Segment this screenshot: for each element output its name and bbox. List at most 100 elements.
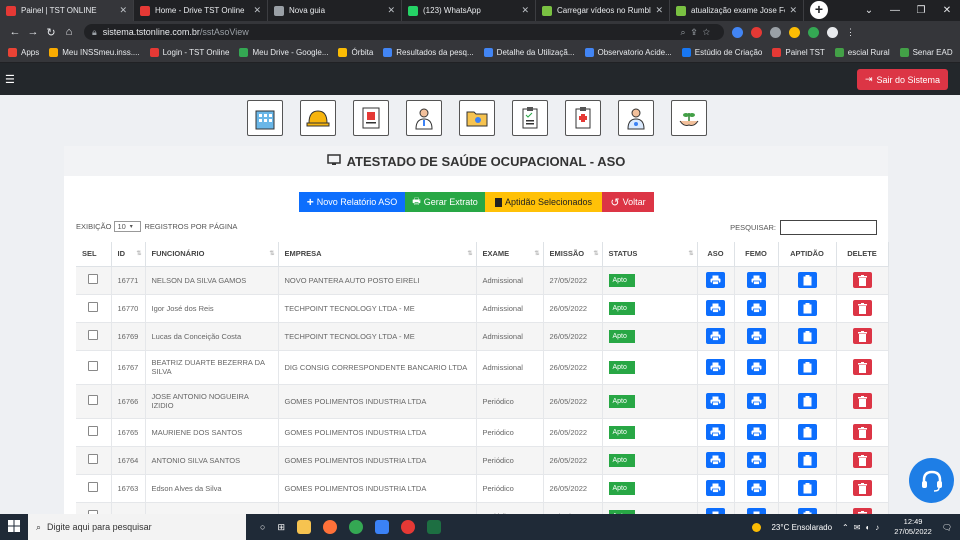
browser-tab[interactable]: Carregar vídeos no Rumble ✕ (536, 0, 670, 21)
tab-close-icon[interactable]: ✕ (387, 5, 395, 16)
browser-tab[interactable]: (123) WhatsApp ✕ (402, 0, 536, 21)
browser-tab[interactable]: Painel | TST ONLINE ✕ (0, 0, 134, 21)
back-button[interactable]: ↺ Voltar (602, 192, 654, 212)
browser-tab[interactable]: atualização exame Jose Fe... ✕ (670, 0, 804, 21)
print-femo-button[interactable] (746, 300, 766, 316)
physician-icon[interactable] (618, 100, 654, 136)
bookmark-item[interactable]: Meu INSSmeu.inss.... (49, 48, 140, 57)
plant-hands-icon[interactable] (671, 100, 707, 136)
aptitude-button[interactable] (797, 452, 817, 468)
home-icon[interactable]: ⌂ (60, 26, 78, 38)
bookmark-item[interactable]: escial Rural (834, 48, 890, 57)
column-header[interactable]: DELETE (836, 242, 889, 267)
logout-button[interactable]: ⇥ Sair do Sistema (857, 69, 948, 90)
app-icon[interactable] (400, 520, 415, 534)
print-aso-button[interactable] (706, 480, 725, 496)
tab-close-icon[interactable]: ✕ (655, 5, 663, 16)
tab-close-icon[interactable]: ✕ (789, 5, 797, 16)
delete-button[interactable] (852, 480, 872, 496)
column-header[interactable]: FEMO (734, 242, 779, 267)
bookmark-item[interactable]: Login - TST Online (149, 48, 229, 57)
print-femo-button[interactable] (746, 424, 766, 440)
column-header[interactable]: STATUS ⇅ (602, 242, 698, 267)
aptitude-button[interactable] (797, 393, 817, 409)
folder-icon[interactable] (459, 100, 495, 136)
aptitude-button[interactable] (797, 424, 817, 440)
aptitude-selected-button[interactable]: Aptidão Selecionados (485, 192, 602, 212)
column-header[interactable]: ASO (697, 242, 735, 267)
aptitude-button[interactable] (797, 480, 817, 496)
task-view-icon[interactable]: ○ (260, 522, 265, 532)
print-aso-button[interactable] (706, 300, 725, 316)
support-chat-button[interactable] (909, 458, 954, 503)
maximize-icon[interactable]: ❐ (908, 0, 934, 21)
browser-tab[interactable]: Home - Drive TST Online ✕ (134, 0, 268, 21)
extension-icon[interactable] (808, 26, 819, 38)
print-aso-button[interactable] (706, 452, 725, 468)
column-header[interactable]: ID ⇅ (111, 242, 146, 267)
column-header[interactable]: SEL (76, 242, 112, 267)
back-icon[interactable]: ← (6, 26, 24, 38)
row-checkbox[interactable] (88, 330, 99, 340)
chrome-icon[interactable] (348, 520, 363, 534)
new-tab-button[interactable]: + (810, 1, 828, 19)
bookmark-item[interactable]: Observatorio Acide... (584, 48, 672, 57)
extension-icon[interactable] (789, 26, 800, 38)
tab-close-icon[interactable]: ✕ (521, 5, 529, 16)
row-checkbox[interactable] (88, 482, 99, 492)
row-checkbox[interactable] (88, 395, 99, 405)
hardhat-icon[interactable] (300, 100, 336, 136)
widgets-icon[interactable]: ⊞ (277, 522, 285, 533)
delete-button[interactable] (852, 359, 872, 375)
tab-close-icon[interactable]: ✕ (253, 5, 261, 16)
app-icon[interactable] (374, 520, 389, 534)
delete-button[interactable] (852, 328, 872, 344)
row-checkbox[interactable] (88, 454, 99, 464)
delete-button[interactable] (852, 272, 872, 288)
doctor-icon[interactable] (406, 100, 442, 136)
omnibox-actions[interactable]: ⌕⇪☆ (681, 27, 716, 38)
bookmark-item[interactable]: Resultados da pesq... (383, 48, 474, 57)
excel-icon[interactable] (426, 520, 441, 534)
new-report-button[interactable]: + Novo Relatório ASO (299, 192, 405, 212)
bookmark-item[interactable]: Apps (8, 48, 39, 57)
delete-button[interactable] (852, 393, 872, 409)
bookmark-item[interactable]: Órbita (338, 48, 373, 57)
column-header[interactable]: APTIDÃO (778, 242, 837, 267)
menu-dots-icon[interactable]: ⋮ (846, 27, 855, 38)
delete-button[interactable] (852, 300, 872, 316)
firefox-icon[interactable] (322, 520, 337, 534)
aptitude-button[interactable] (797, 359, 817, 375)
row-checkbox[interactable] (88, 426, 99, 436)
print-femo-button[interactable] (746, 393, 766, 409)
delete-button[interactable] (852, 452, 872, 468)
tab-close-icon[interactable]: ✕ (119, 5, 127, 16)
hamburger-icon[interactable]: ☰ (5, 73, 15, 86)
row-checkbox[interactable] (88, 361, 99, 371)
bookmark-item[interactable]: Painel TST (772, 48, 825, 57)
print-femo-button[interactable] (746, 328, 766, 344)
search-input[interactable] (780, 220, 877, 235)
url-input[interactable]: 🔒︎ sistema.tstonline.com.br/sstAsoView ⌕… (84, 24, 724, 40)
aptitude-button[interactable] (797, 272, 817, 288)
print-aso-button[interactable] (706, 393, 725, 409)
bookmark-item[interactable]: Senar EAD (899, 48, 953, 57)
clock[interactable]: 12:49 27/05/2022 (894, 517, 932, 537)
print-aso-button[interactable] (706, 424, 725, 440)
minimize-icon[interactable]: — (882, 0, 908, 21)
taskbar-search-input[interactable]: ⌕ Digite aqui para pesquisar (28, 514, 246, 540)
column-header[interactable]: EMPRESA ⇅ (278, 242, 477, 267)
profile-avatar[interactable] (827, 26, 838, 38)
file-explorer-icon[interactable] (296, 520, 311, 534)
print-femo-button[interactable] (746, 452, 766, 468)
forward-icon[interactable]: → (24, 26, 42, 38)
delete-button[interactable] (852, 424, 872, 440)
windows-start-icon[interactable] (0, 520, 28, 534)
print-aso-button[interactable] (706, 272, 725, 288)
aptitude-button[interactable] (797, 300, 817, 316)
medical-record-icon[interactable] (353, 100, 389, 136)
notification-icon[interactable]: 🗨︎ (942, 523, 952, 532)
page-length-select[interactable]: 10 ▾ (114, 221, 142, 232)
weather-text[interactable]: 23°C Ensolarado (771, 523, 832, 532)
print-femo-button[interactable] (746, 480, 766, 496)
